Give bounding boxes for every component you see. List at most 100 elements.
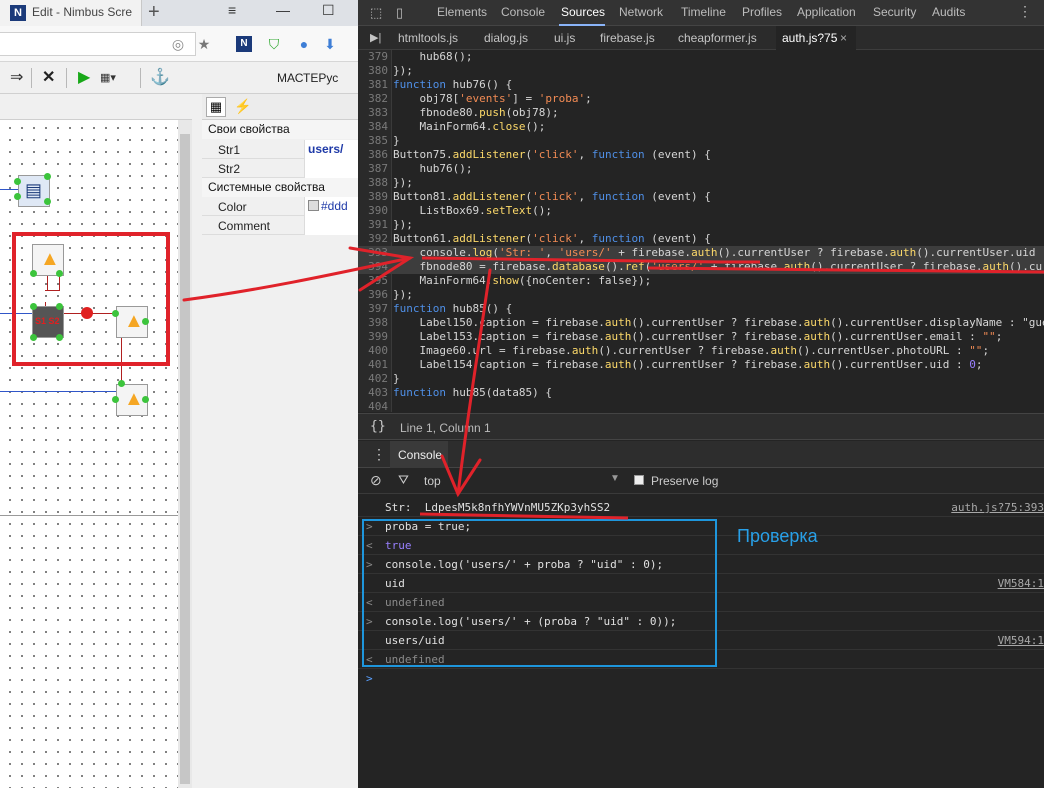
tab-console[interactable]: Console <box>501 5 545 19</box>
file-tab[interactable]: cheapformer.js <box>678 31 757 45</box>
connection-dot[interactable] <box>44 198 51 205</box>
code-line[interactable]: 386 Button75.addListener('click', functio… <box>358 148 1044 162</box>
prop-value-str2[interactable] <box>304 159 358 178</box>
line-number[interactable]: 379 <box>358 50 388 64</box>
code-line[interactable]: 387 hub76(); <box>358 162 1044 176</box>
line-number[interactable]: 404 <box>358 400 388 414</box>
inspect-icon[interactable]: ⬚ <box>370 5 382 21</box>
tab-application[interactable]: Application <box>797 5 856 19</box>
line-number[interactable]: 391 <box>358 218 388 232</box>
code-line[interactable]: 395 MainForm64.show({noCenter: false}); <box>358 274 1044 288</box>
run-icon[interactable]: ▶ <box>78 69 90 87</box>
line-number[interactable]: 399 <box>358 330 388 344</box>
navigator-toggle-icon[interactable]: ▶| <box>370 31 381 44</box>
line-number[interactable]: 380 <box>358 64 388 78</box>
tab-sources[interactable]: Sources <box>561 5 605 19</box>
console-source-link[interactable]: VM584:1 <box>998 577 1044 590</box>
line-number[interactable]: 388 <box>358 176 388 190</box>
code-line[interactable]: 384 MainForm64.close(); <box>358 120 1044 134</box>
shield-extension-icon[interactable]: ⛉ <box>266 36 282 52</box>
prop-value-comment[interactable] <box>304 216 358 235</box>
device-toolbar-icon[interactable]: ▯ <box>396 5 403 21</box>
bookmark-star-icon[interactable]: ★ <box>196 36 212 52</box>
line-number[interactable]: 383 <box>358 106 388 120</box>
connection-dot[interactable] <box>44 173 51 180</box>
drawer-tab-console[interactable]: Console <box>390 441 448 468</box>
code-line[interactable]: 389 Button81.addListener('click', functio… <box>358 190 1044 204</box>
code-line[interactable]: 379 hub68(); <box>358 50 1044 64</box>
code-line[interactable]: 381 function hub76() { <box>358 78 1044 92</box>
line-number[interactable]: 400 <box>358 344 388 358</box>
tab-security[interactable]: Security <box>873 5 916 19</box>
prop-value-color[interactable]: #ddd <box>304 197 358 216</box>
line-number[interactable]: 401 <box>358 358 388 372</box>
properties-icon[interactable]: ▦ <box>206 97 226 117</box>
arrow-right-icon[interactable]: ⇒ <box>10 69 23 87</box>
prop-row-comment[interactable]: Comment <box>202 216 358 235</box>
code-line[interactable]: 392 Button61.addListener('click', functio… <box>358 232 1044 246</box>
drawer-menu-icon[interactable]: ⋮ <box>372 446 386 463</box>
code-line[interactable]: 404 <box>358 400 1044 414</box>
code-line[interactable]: 388}); <box>358 176 1044 190</box>
download-icon[interactable]: ⬇ <box>322 36 338 52</box>
context-selector[interactable]: top <box>424 474 441 488</box>
console-source-link[interactable]: VM594:1 <box>998 634 1044 647</box>
code-line[interactable]: 402} <box>358 372 1044 386</box>
new-tab-button[interactable]: + <box>148 1 160 23</box>
pretty-print-icon[interactable]: {} <box>370 419 386 434</box>
line-number[interactable]: 381 <box>358 78 388 92</box>
file-tab[interactable]: htmltools.js <box>398 31 458 45</box>
prop-row-str2[interactable]: Str2 <box>202 159 358 178</box>
file-tab[interactable]: firebase.js <box>600 31 655 45</box>
tab-profiles[interactable]: Profiles <box>742 5 782 19</box>
line-number[interactable]: 396 <box>358 288 388 302</box>
code-line[interactable]: 397 function hub85() { <box>358 302 1044 316</box>
line-number[interactable]: 398 <box>358 316 388 330</box>
code-line[interactable]: 380}); <box>358 64 1044 78</box>
connection-dot[interactable] <box>142 396 149 403</box>
line-number[interactable]: 390 <box>358 204 388 218</box>
code-line[interactable]: 390 ListBox69.setText(); <box>358 204 1044 218</box>
clear-console-icon[interactable]: ⊘ <box>370 472 382 489</box>
code-line[interactable]: 398 Label150.caption = firebase.auth().c… <box>358 316 1044 330</box>
close-file-icon[interactable]: × <box>840 31 847 45</box>
code-line[interactable]: 382 obj78['events'] = 'proba'; <box>358 92 1044 106</box>
prop-value-str1[interactable]: users/ <box>304 140 358 159</box>
tab-elements[interactable]: Elements <box>437 5 487 19</box>
line-number[interactable]: 403 <box>358 386 388 400</box>
line-number[interactable]: 392 <box>358 232 388 246</box>
line-number[interactable]: 387 <box>358 162 388 176</box>
chevron-down-icon[interactable]: ▼ <box>610 473 620 484</box>
console-prompt-row[interactable]: > <box>358 669 1044 688</box>
line-number[interactable]: 385 <box>358 134 388 148</box>
browser-tab[interactable]: N Edit - Nimbus Scre <box>0 0 142 26</box>
menu-icon[interactable]: ≡ <box>228 2 236 18</box>
active-file-tab[interactable]: auth.js?75 × <box>776 26 856 50</box>
close-icon[interactable]: ✕ <box>42 69 55 87</box>
profile-extension-icon[interactable]: ● <box>296 36 312 52</box>
more-options-icon[interactable]: ⋮ <box>1018 3 1032 20</box>
tab-network[interactable]: Network <box>619 5 663 19</box>
prop-row-color[interactable]: Color #ddd <box>202 197 358 216</box>
code-line[interactable]: 385} <box>358 134 1044 148</box>
filter-icon[interactable]: ⛛ <box>398 472 409 488</box>
line-number[interactable]: 397 <box>358 302 388 316</box>
canvas-scrollbar-thumb[interactable] <box>180 134 190 784</box>
file-tab[interactable]: dialog.js <box>484 31 528 45</box>
line-number[interactable]: 402 <box>358 372 388 386</box>
debug-step-icon[interactable]: ▦▾ <box>100 69 116 87</box>
preserve-log-checkbox[interactable] <box>634 475 644 485</box>
url-input[interactable] <box>0 32 196 56</box>
tab-timeline[interactable]: Timeline <box>681 5 726 19</box>
code-line[interactable]: 391}); <box>358 218 1044 232</box>
events-lightning-icon[interactable]: ⚡ <box>234 98 251 115</box>
file-tab[interactable]: ui.js <box>554 31 575 45</box>
code-line[interactable]: 383 fbnode80.push(obj78); <box>358 106 1044 120</box>
code-line[interactable]: 399 Label153.caption = firebase.auth().c… <box>358 330 1044 344</box>
code-line[interactable]: 394 fbnode80 = firebase.database().ref('… <box>358 260 1044 274</box>
anchor-icon[interactable]: ⚓ <box>150 69 170 87</box>
code-line[interactable]: 393 console.log('Str: ', 'users/' + fire… <box>358 246 1044 260</box>
connection-dot[interactable] <box>118 380 125 387</box>
code-line[interactable]: 400 Image60.url = firebase.auth().curren… <box>358 344 1044 358</box>
line-number[interactable]: 382 <box>358 92 388 106</box>
